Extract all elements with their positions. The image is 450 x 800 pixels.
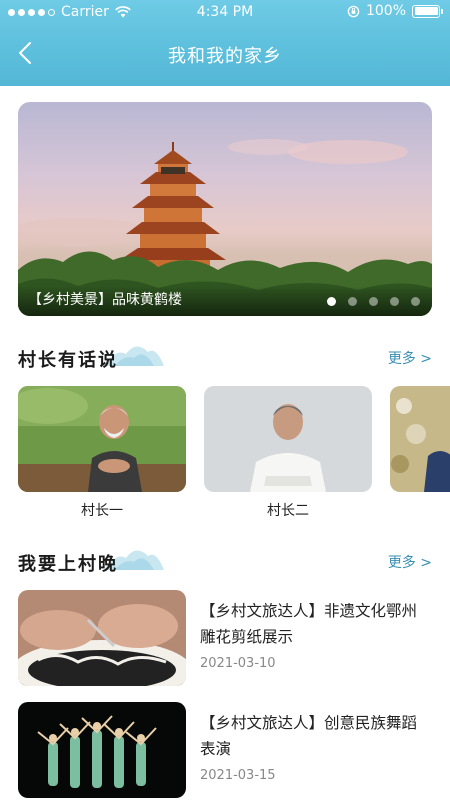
- news-date: 2021-03-15: [200, 768, 276, 783]
- status-bar: Carrier 4:34 PM 100%: [0, 0, 450, 24]
- banner-carousel[interactable]: 【乡村美景】品味黄鹤楼: [18, 102, 432, 316]
- village-heads-list: 村长一 村长二: [18, 386, 450, 516]
- section-title: 我要上村晚: [18, 554, 118, 575]
- village-head-name: 村长一: [81, 503, 123, 516]
- village-head-card[interactable]: [390, 386, 450, 492]
- village-head-name: 村长二: [267, 503, 309, 516]
- battery-percent: 100%: [365, 3, 406, 19]
- section-title: 村长有话说: [18, 350, 118, 371]
- news-thumbnail: [18, 702, 186, 798]
- banner-pagination: [327, 297, 420, 306]
- banner-dot[interactable]: [369, 297, 378, 306]
- section-header-village-heads: 村长有话说 更多 >: [18, 344, 432, 374]
- banner-dot[interactable]: [411, 297, 420, 306]
- more-link[interactable]: 更多 >: [388, 552, 432, 572]
- village-head-card[interactable]: 村长一: [18, 386, 186, 516]
- banner-image: [18, 139, 432, 316]
- orientation-lock-icon: [347, 5, 360, 17]
- village-head-card[interactable]: 村长二: [204, 386, 372, 516]
- news-title: 【乡村文旅达人】创意民族舞蹈表演: [200, 714, 418, 758]
- page-title: 我和我的家乡: [168, 46, 282, 67]
- village-head-photo: [390, 386, 450, 492]
- news-title: 【乡村文旅达人】非遗文化鄂州雕花剪纸展示: [200, 602, 418, 646]
- section-header-village-gala: 我要上村晚 更多 >: [18, 548, 432, 578]
- app-header: Carrier 4:34 PM 100% 我和我的家乡: [0, 0, 450, 86]
- banner-caption: 【乡村美景】品味黄鹤楼: [28, 292, 182, 308]
- village-head-photo: [204, 386, 372, 492]
- banner-dot[interactable]: [327, 297, 336, 306]
- news-date: 2021-03-10: [200, 656, 276, 671]
- news-list-item[interactable]: 【乡村文旅达人】非遗文化鄂州雕花剪纸展示 2021-03-10: [18, 590, 432, 686]
- village-head-photo: [18, 386, 186, 492]
- news-thumbnail: [18, 590, 186, 686]
- battery-icon: [412, 4, 443, 18]
- banner-dot[interactable]: [390, 297, 399, 306]
- news-list-item[interactable]: 【乡村文旅达人】创意民族舞蹈表演 2021-03-15: [18, 702, 432, 798]
- banner-dot[interactable]: [348, 297, 357, 306]
- more-link[interactable]: 更多 >: [388, 348, 432, 368]
